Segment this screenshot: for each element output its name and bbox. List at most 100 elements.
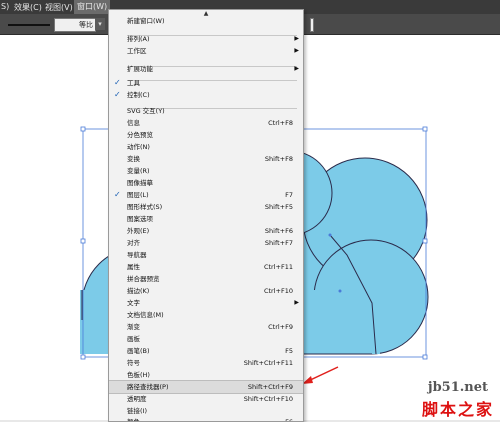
- menu-item[interactable]: 色板(H): [109, 369, 303, 381]
- menu-item[interactable]: 属性 Ctrl+F11: [109, 261, 303, 273]
- menu-item[interactable]: ✓ 图层(L) F7: [109, 189, 303, 201]
- menu-item[interactable]: 渐变 Ctrl+F9: [109, 321, 303, 333]
- menu-item-shortcut: Shift+F8: [264, 155, 293, 163]
- menubar-item-view[interactable]: 视图(V): [45, 2, 73, 13]
- resize-handle-left[interactable]: [80, 238, 86, 244]
- menu-item-shortcut: Ctrl+F11: [263, 263, 293, 271]
- variable-width-dropdown[interactable]: 等比: [54, 18, 96, 32]
- menu-item[interactable]: 外观(E) Shift+F6: [109, 225, 303, 237]
- menubar-item-effect[interactable]: 效果(C): [14, 2, 42, 13]
- menu-item-label: 扩展功能: [127, 65, 153, 73]
- menu-item-label: 透明度: [127, 395, 147, 403]
- menu-item-label: 工作区: [127, 47, 147, 55]
- menu-item[interactable]: 动作(N): [109, 141, 303, 153]
- menu-item-shortcut: F5: [285, 347, 293, 355]
- menu-item[interactable]: ✓ 工具: [109, 77, 303, 89]
- menu-item[interactable]: 新建窗口(W): [109, 15, 303, 27]
- menu-item-label: 外观(E): [127, 227, 150, 235]
- menu-item[interactable]: ✓ 控制(C): [109, 89, 303, 101]
- menu-item[interactable]: 信息 Ctrl+F8: [109, 117, 303, 129]
- watermark-logo: jb51.net 脚本之家: [404, 380, 496, 419]
- checkmark-icon: ✓: [114, 78, 121, 87]
- watermark-name: 脚本之家: [421, 400, 494, 419]
- menu-item[interactable]: 路径查找器(P) Shift+Ctrl+F9: [109, 380, 303, 394]
- menu-item[interactable]: 图形样式(S) Shift+F5: [109, 201, 303, 213]
- menu-item[interactable]: 导航器: [109, 249, 303, 261]
- menu-item-label: 符号: [127, 359, 140, 367]
- menu-item-label: 文字: [127, 299, 140, 307]
- submenu-arrow-icon: ▶: [294, 47, 299, 54]
- menu-item-shortcut: Shift+Ctrl+F9: [247, 383, 293, 391]
- menu-item[interactable]: 排列(A) ▶: [109, 33, 303, 45]
- menu-item[interactable]: 画板: [109, 333, 303, 345]
- menu-item-label: 对齐: [127, 239, 140, 247]
- menu-item[interactable]: 对齐 Shift+F7: [109, 237, 303, 249]
- menu-item-shortcut: F7: [285, 191, 293, 199]
- menu-item-shortcut: Shift+F5: [264, 203, 293, 211]
- menu-item[interactable]: 扩展功能 ▶: [109, 63, 303, 75]
- menu-item-label: 图案选项: [127, 215, 153, 223]
- menu-item[interactable]: 画笔(B) F5: [109, 345, 303, 357]
- menu-item-label: 变量(R): [127, 167, 150, 175]
- menu-item-shortcut: Shift+Ctrl+F10: [243, 395, 293, 403]
- menu-item[interactable]: 分色预览: [109, 129, 303, 141]
- menu-item-shortcut: Shift+F7: [264, 239, 293, 247]
- menu-item-label: 工具: [127, 79, 140, 87]
- menu-item[interactable]: 变换 Shift+F8: [109, 153, 303, 165]
- menu-item-label: 色板(H): [127, 371, 150, 379]
- menu-item-shortcut: Shift+F6: [264, 227, 293, 235]
- menu-item-label: SVG 交互(Y): [127, 107, 165, 115]
- menu-item[interactable]: 符号 Shift+Ctrl+F11: [109, 357, 303, 369]
- menu-item-label: 拼合器预览: [127, 275, 160, 283]
- menu-item[interactable]: 文字 ▶: [109, 297, 303, 309]
- window-menu-dropdown: ▲ 新建窗口(W) 排列(A) ▶ 工作区 ▶ 扩展功能 ▶ ✓ 工具 ✓ 控制(C) SVG 交互(…: [108, 9, 304, 422]
- menu-item[interactable]: 描边(K) Ctrl+F10: [109, 285, 303, 297]
- checkmark-icon: ✓: [114, 190, 121, 199]
- menu-item[interactable]: 文档信息(M): [109, 309, 303, 321]
- menu-item-shortcut: Shift+Ctrl+F11: [243, 359, 293, 367]
- menu-item[interactable]: 变量(R): [109, 165, 303, 177]
- menubar-item-window[interactable]: 窗口(W): [74, 0, 111, 14]
- menu-item-label: 画笔(B): [127, 347, 150, 355]
- menu-item-label: 新建窗口(W): [127, 17, 165, 25]
- submenu-arrow-icon: ▶: [294, 35, 299, 42]
- menu-item-label: 控制(C): [127, 91, 150, 99]
- menu-item[interactable]: 颜色 F6: [109, 416, 303, 422]
- menu-item-shortcut: Ctrl+F9: [268, 323, 293, 331]
- menu-item-label: 图像描摹: [127, 179, 153, 187]
- menu-item-label: 变换: [127, 155, 140, 163]
- watermark-url: jb51.net: [427, 380, 488, 395]
- dropdown-arrow-icon[interactable]: ▾: [95, 18, 105, 30]
- menu-item-label: 图层(L): [127, 191, 149, 199]
- menu-item-label: 排列(A): [127, 35, 150, 43]
- menu-item[interactable]: 图案选项: [109, 213, 303, 225]
- menu-item-label: 文档信息(M): [127, 311, 164, 319]
- resize-handle-top-left[interactable]: [80, 126, 86, 132]
- menu-item[interactable]: 拼合器预览: [109, 273, 303, 285]
- menu-item-label: 路径查找器(P): [127, 383, 169, 391]
- menu-item-label: 导航器: [127, 251, 147, 259]
- resize-handle-top-right[interactable]: [422, 126, 428, 132]
- menu-item-label: 渐变: [127, 323, 140, 331]
- menu-item-label: 动作(N): [127, 143, 150, 151]
- menu-item[interactable]: 透明度 Shift+Ctrl+F10: [109, 393, 303, 405]
- menu-item[interactable]: 工作区 ▶: [109, 45, 303, 57]
- menu-item-label: 分色预览: [127, 131, 153, 139]
- menu-item-label: 画板: [127, 335, 140, 343]
- menu-item-shortcut: Ctrl+F8: [268, 119, 293, 127]
- menu-item[interactable]: 图像描摹: [109, 177, 303, 189]
- stroke-preview: [8, 24, 50, 26]
- menubar-item-select[interactable]: S): [1, 2, 9, 11]
- resize-handle-bottom-left[interactable]: [80, 354, 86, 360]
- menu-item[interactable]: SVG 交互(Y): [109, 105, 303, 117]
- menu-item-label: 信息: [127, 119, 140, 127]
- menu-item-label: 颜色: [127, 418, 140, 422]
- submenu-arrow-icon: ▶: [294, 299, 299, 306]
- menu-item-shortcut: Ctrl+F10: [263, 287, 293, 295]
- brush-dropdown-fragment[interactable]: [310, 18, 314, 32]
- menu-item-label: 图形样式(S): [127, 203, 163, 211]
- annotation-arrow: [302, 366, 339, 384]
- resize-handle-bottom-right[interactable]: [422, 354, 428, 360]
- checkmark-icon: ✓: [114, 90, 121, 99]
- resize-handle-right[interactable]: [422, 238, 428, 244]
